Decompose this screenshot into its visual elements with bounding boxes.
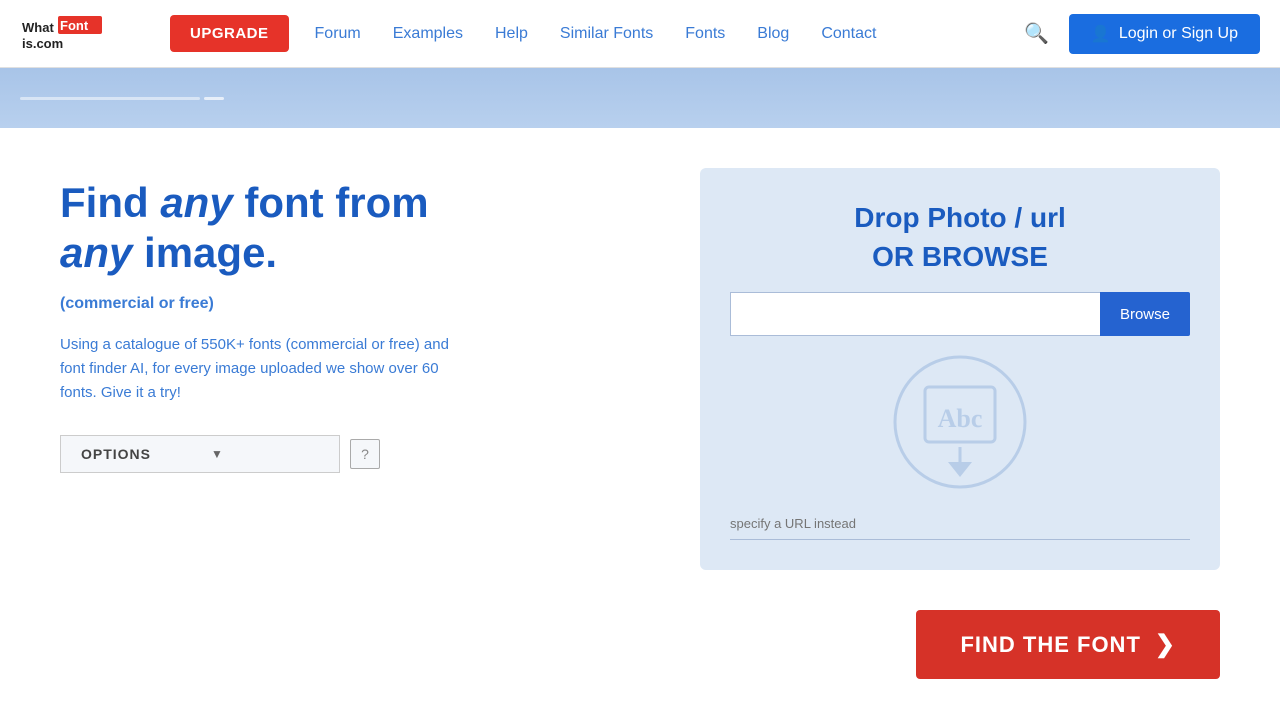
url-input[interactable]: [730, 508, 1190, 540]
user-icon: 👤: [1091, 24, 1111, 44]
options-dropdown[interactable]: OPTIONS ▼: [60, 435, 340, 473]
help-button[interactable]: ?: [350, 439, 380, 469]
banner-strip: [0, 68, 1280, 128]
drop-zone-panel[interactable]: Drop Photo / url OR BROWSE Browse Abc: [700, 168, 1220, 570]
main-headline: Find any font from any image.: [60, 178, 640, 279]
nav-forum[interactable]: Forum: [299, 25, 377, 43]
nav-fonts[interactable]: Fonts: [669, 25, 741, 43]
search-icon: 🔍: [1024, 23, 1049, 45]
svg-text:Abc: Abc: [938, 404, 983, 433]
font-drop-icon: Abc: [890, 352, 1030, 492]
upgrade-button[interactable]: UPGRADE: [170, 15, 289, 52]
arrow-right-icon: ❯: [1155, 630, 1176, 659]
browse-row: Browse: [730, 292, 1190, 336]
options-bar: OPTIONS ▼ ?: [60, 435, 640, 473]
bottom-area: FIND THE FONT ❯: [20, 600, 1260, 679]
nav-similar-fonts[interactable]: Similar Fonts: [544, 25, 669, 43]
logo-area: What Font is.com: [20, 12, 150, 56]
chevron-down-icon: ▼: [211, 447, 224, 461]
nav-contact[interactable]: Contact: [805, 25, 892, 43]
headline-find: Find: [60, 179, 160, 226]
headline-any2: any: [60, 229, 132, 276]
nav-examples[interactable]: Examples: [377, 25, 479, 43]
header: What Font is.com UPGRADE Forum Examples …: [0, 0, 1280, 68]
login-button[interactable]: 👤 Login or Sign Up: [1069, 14, 1260, 54]
find-font-button[interactable]: FIND THE FONT ❯: [916, 610, 1220, 679]
options-label: OPTIONS: [81, 446, 151, 462]
find-font-label: FIND THE FONT: [960, 632, 1140, 658]
drop-title: Drop Photo / url OR BROWSE: [854, 198, 1066, 276]
svg-text:What: What: [22, 20, 54, 35]
subheadline: (commercial or free): [60, 295, 640, 313]
nav-help[interactable]: Help: [479, 25, 544, 43]
main-nav: Forum Examples Help Similar Fonts Fonts …: [299, 25, 1008, 43]
logo[interactable]: What Font is.com: [20, 12, 150, 56]
search-button[interactable]: 🔍: [1016, 17, 1057, 50]
nav-blog[interactable]: Blog: [741, 25, 805, 43]
headline-image: image.: [132, 229, 277, 276]
svg-text:is.com: is.com: [22, 36, 63, 51]
left-panel: Find any font from any image. (commercia…: [60, 168, 640, 473]
browse-button[interactable]: Browse: [1100, 292, 1190, 336]
question-icon: ?: [361, 446, 369, 462]
headline-font-from: font from: [233, 179, 429, 226]
description: Using a catalogue of 550K+ fonts (commer…: [60, 333, 460, 405]
file-path-input[interactable]: [730, 292, 1100, 336]
svg-text:Font: Font: [60, 18, 89, 33]
headline-any1: any: [160, 179, 232, 226]
main-card: Find any font from any image. (commercia…: [20, 128, 1260, 600]
